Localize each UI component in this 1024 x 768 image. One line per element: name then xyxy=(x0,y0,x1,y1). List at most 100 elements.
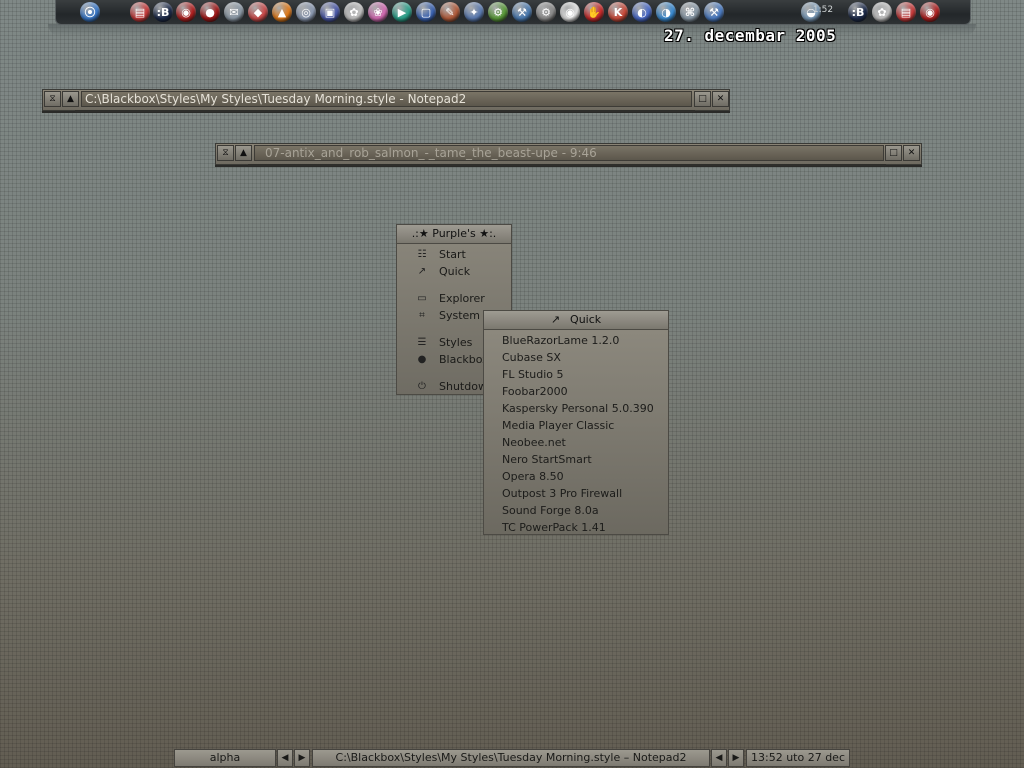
desktop-date: 27. decembar 2005 xyxy=(664,26,837,45)
wand-icon[interactable]: ✦ xyxy=(464,2,484,22)
menu-item-label: Nero StartSmart xyxy=(502,453,592,466)
menu-item-label: Opera 8.50 xyxy=(502,470,564,483)
shade-window-button[interactable]: ▲ xyxy=(62,91,79,107)
menu-item-label: Outpost 3 Pro Firewall xyxy=(502,487,623,500)
quick-menu-item[interactable]: Foobar2000 xyxy=(484,383,668,400)
menu-item-explorer[interactable]: ▭ Explorer xyxy=(397,290,511,307)
tools-alt-icon[interactable]: ⚒ xyxy=(704,2,724,22)
calendar-alt-icon[interactable]: ▤ xyxy=(896,2,916,22)
monitor-icon[interactable]: ▣ xyxy=(320,2,340,22)
root-menu-title[interactable]: .:★ Purple's ★:. xyxy=(397,225,511,244)
menu-item-label: Media Player Classic xyxy=(502,419,615,432)
top-dock: ⦿ ▤:B ◉ ● ✉ ◆ ▲ ◎ ▣ ✿ ❀ ▶ ▢ ✎ ✦ ⚙ ⚒ ⚙ ◉ ✋ K ◐ ◑ ⌘ ⚒ ◒:B ✿ ▤ ◉ 1:52 xyxy=(55,0,971,25)
quick-menu-item[interactable]: Kaspersky Personal 5.0.390 xyxy=(484,400,668,417)
power-icon: ⏻ xyxy=(418,381,426,392)
quick-submenu-title[interactable]: ↗ Quick xyxy=(484,311,668,330)
workspace-prev-button[interactable]: ◀ xyxy=(277,749,293,767)
globe-icon[interactable]: ◑ xyxy=(656,2,676,22)
paint-icon[interactable]: ✎ xyxy=(440,2,460,22)
menu-item-label: Cubase SX xyxy=(502,351,561,364)
maximize-window-button[interactable]: □ xyxy=(885,145,902,161)
quick-menu-item[interactable]: Media Player Classic xyxy=(484,417,668,434)
menu-item-label: Sound Forge 8.0a xyxy=(502,504,599,517)
taskbar-clock: 13:52 uto 27 dec xyxy=(746,749,850,767)
stick-window-button[interactable]: ⧖ xyxy=(217,145,234,161)
menu-item-label: Start xyxy=(439,248,466,261)
play-icon[interactable]: ▶ xyxy=(392,2,412,22)
flower-alt-icon[interactable]: ✿ xyxy=(872,2,892,22)
kaspersky-icon[interactable]: K xyxy=(608,2,628,22)
window-frame-bottom xyxy=(75,110,695,112)
diamond-icon[interactable]: ◆ xyxy=(248,2,268,22)
gear-green-icon[interactable]: ⚙ xyxy=(488,2,508,22)
menu-item-label: Blackbox xyxy=(439,353,489,366)
network-icon[interactable]: ⌘ xyxy=(680,2,700,22)
notepad2-window-titlebar[interactable]: ⧖ ▲ C:\Blackbox\Styles\My Styles\Tuesday… xyxy=(42,89,730,111)
blackbox-alt-icon[interactable]: :B xyxy=(848,2,868,22)
menu-item-label: Styles xyxy=(439,336,473,349)
task-next-button[interactable]: ▶ xyxy=(728,749,744,767)
menu-item-label: Kaspersky Personal 5.0.390 xyxy=(502,402,654,415)
active-task-label[interactable]: C:\Blackbox\Styles\My Styles\Tuesday Mor… xyxy=(312,749,710,767)
menu-item-start[interactable]: ☷ Start xyxy=(397,246,511,263)
settings-gear-icon[interactable]: ⚙ xyxy=(536,2,556,22)
calendar-icon[interactable]: ▤ xyxy=(130,2,150,22)
quick-submenu-title-text: Quick xyxy=(570,313,602,326)
shade-window-button[interactable]: ▲ xyxy=(235,145,252,161)
dock-clock: 1:52 xyxy=(812,5,834,15)
close-window-button[interactable]: ✕ xyxy=(903,145,920,161)
window-title: 07-antix_and_rob_salmon_-_tame_the_beast… xyxy=(254,145,884,161)
blackbox-icon: ● xyxy=(417,354,427,365)
smartdock-icon[interactable]: ⦿ xyxy=(80,2,100,22)
quick-icon: ↗ xyxy=(417,266,427,277)
window-frame-bottom xyxy=(248,164,886,166)
screen-icon[interactable]: ▢ xyxy=(416,2,436,22)
quick-menu-item[interactable]: Sound Forge 8.0a xyxy=(484,502,668,519)
task-prev-button[interactable]: ◀ xyxy=(711,749,727,767)
fl-studio-icon[interactable]: ▲ xyxy=(272,2,292,22)
folder-icon: ▭ xyxy=(417,293,427,304)
window-title: C:\Blackbox\Styles\My Styles\Tuesday Mor… xyxy=(81,91,692,107)
workspace-next-button[interactable]: ▶ xyxy=(294,749,310,767)
hand-icon[interactable]: ✋ xyxy=(584,2,604,22)
menu-item-label: TC PowerPack 1.41 xyxy=(502,521,606,534)
red-orb-icon[interactable]: ● xyxy=(200,2,220,22)
quick-menu-item[interactable]: Opera 8.50 xyxy=(484,468,668,485)
menu-item-label: Explorer xyxy=(439,292,485,305)
media-disc-icon[interactable]: ◉ xyxy=(560,2,580,22)
quick-menu-item[interactable]: FL Studio 5 xyxy=(484,366,668,383)
workspace-label[interactable]: alpha xyxy=(174,749,276,767)
quick-menu-item[interactable]: BlueRazorLame 1.2.0 xyxy=(484,332,668,349)
start-icon: ☷ xyxy=(417,249,427,260)
palette-icon[interactable]: ❀ xyxy=(368,2,388,22)
flower-icon[interactable]: ✿ xyxy=(344,2,364,22)
quick-submenu-items: BlueRazorLame 1.2.0 Cubase SX FL Studio 5 F… xyxy=(484,332,668,536)
maximize-window-button[interactable]: □ xyxy=(694,91,711,107)
quick-menu-item[interactable]: Nero StartSmart xyxy=(484,451,668,468)
menu-separator xyxy=(397,280,511,290)
quick-icon: ↗ xyxy=(550,313,561,326)
system-icon: ⌗ xyxy=(419,310,425,321)
mail-icon[interactable]: ✉ xyxy=(224,2,244,22)
styles-icon: ☰ xyxy=(417,337,427,348)
pokeball-icon[interactable]: ◉ xyxy=(176,2,196,22)
quick-menu-item[interactable]: Outpost 3 Pro Firewall xyxy=(484,485,668,502)
stick-window-button[interactable]: ⧖ xyxy=(44,91,61,107)
menu-item-label: System xyxy=(439,309,481,322)
menu-item-label: Quick xyxy=(439,265,471,278)
globe-blue-icon[interactable]: ◐ xyxy=(632,2,652,22)
close-window-button[interactable]: ✕ xyxy=(712,91,729,107)
blackbox-icon[interactable]: :B xyxy=(153,2,173,22)
menu-item-quick[interactable]: ↗ Quick xyxy=(397,263,511,280)
quick-menu-item[interactable]: TC PowerPack 1.41 xyxy=(484,519,668,536)
quick-menu-item[interactable]: Neobee.net xyxy=(484,434,668,451)
menu-item-label: BlueRazorLame 1.2.0 xyxy=(502,334,620,347)
quick-submenu: ↗ Quick BlueRazorLame 1.2.0 Cubase SX FL St… xyxy=(483,310,669,535)
media-window-titlebar[interactable]: ⧖ ▲ 07-antix_and_rob_salmon_-_tame_the_b… xyxy=(215,143,922,165)
menu-item-label: Neobee.net xyxy=(502,436,566,449)
pokeball-alt-icon[interactable]: ◉ xyxy=(920,2,940,22)
quick-menu-item[interactable]: Cubase SX xyxy=(484,349,668,366)
disc-icon[interactable]: ◎ xyxy=(296,2,316,22)
menu-item-label: Foobar2000 xyxy=(502,385,568,398)
tools-icon[interactable]: ⚒ xyxy=(512,2,532,22)
